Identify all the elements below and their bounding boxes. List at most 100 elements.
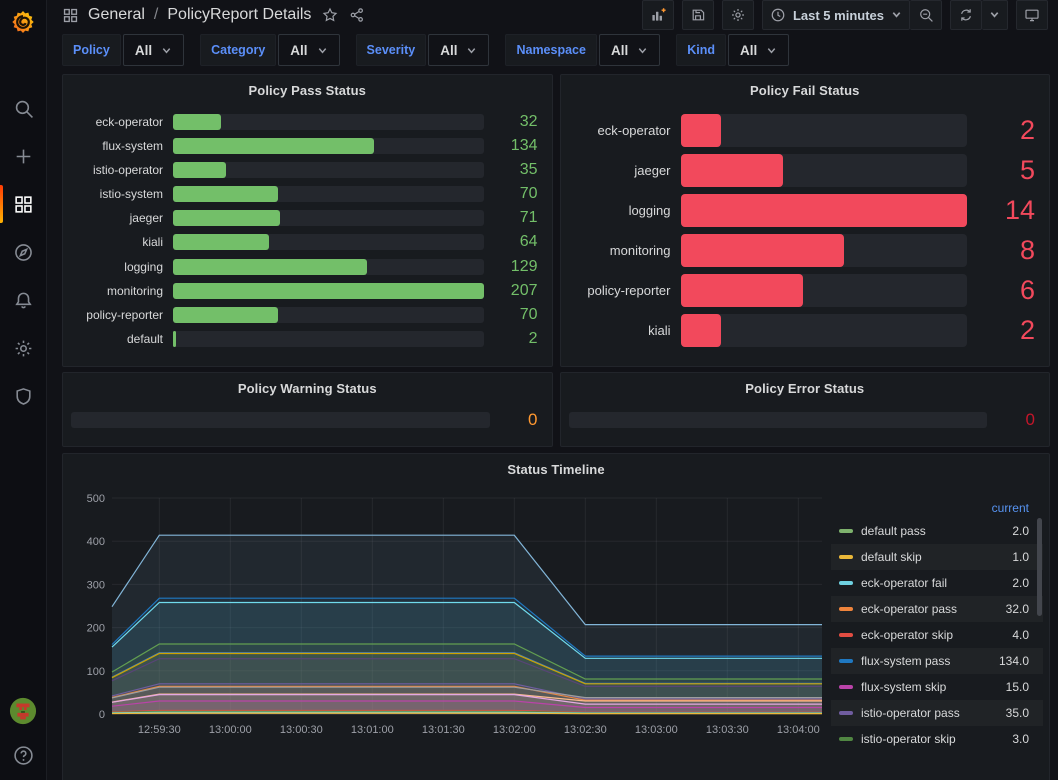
filter-label-kind: Kind	[676, 34, 726, 66]
filter-value-policy[interactable]: All	[123, 34, 184, 66]
legend-series-label[interactable]: istio-operator skip	[861, 732, 1004, 746]
chevron-down-icon	[317, 45, 328, 56]
bar-fill	[173, 210, 280, 226]
share-icon[interactable]	[349, 7, 365, 23]
dashboard-settings-button[interactable]	[722, 0, 754, 30]
panel-title[interactable]: Policy Warning Status	[63, 373, 552, 403]
filter-category: CategoryAll	[200, 34, 339, 66]
panel-policy-error-status: Policy Error Status 0	[560, 372, 1051, 447]
legend-scrollbar[interactable]	[1037, 518, 1042, 616]
sidebar-item-explore[interactable]	[0, 228, 46, 276]
breadcrumb-section[interactable]: General	[88, 6, 145, 24]
x-axis-tick: 13:02:00	[493, 724, 536, 736]
star-icon[interactable]	[322, 7, 338, 23]
legend-series-current: 134.0	[999, 654, 1029, 668]
sidebar-nav	[0, 84, 46, 420]
sidebar-item-dashboards[interactable]	[0, 180, 46, 228]
panel-title[interactable]: Status Timeline	[63, 454, 1049, 484]
legend-series-label[interactable]: flux-system pass	[861, 654, 991, 668]
panel-title[interactable]: Policy Pass Status	[63, 75, 552, 105]
filter-selected-value: All	[135, 43, 152, 58]
filter-selected-value: All	[740, 43, 757, 58]
legend-series-label[interactable]: flux-system skip	[861, 680, 998, 694]
legend-swatch[interactable]	[839, 711, 853, 715]
panel-title[interactable]: Policy Error Status	[561, 373, 1050, 403]
legend-swatch[interactable]	[839, 633, 853, 637]
save-icon	[690, 7, 706, 23]
bar-label: jaeger	[569, 163, 671, 178]
bar-track	[681, 274, 968, 307]
time-range-button[interactable]: Last 5 minutes	[762, 0, 910, 30]
timeline-plot[interactable]: 010020030040050012:59:3013:00:0013:00:30…	[69, 488, 831, 780]
zoom-out-button[interactable]	[910, 0, 942, 30]
dashboard-grid: Policy Pass Status eck-operator32flux-sy…	[47, 74, 1058, 780]
legend-swatch[interactable]	[839, 555, 853, 559]
bar-label: flux-system	[71, 139, 163, 153]
bar-fill	[173, 331, 176, 347]
filter-label-namespace: Namespace	[505, 34, 597, 66]
sidebar-item-server-admin[interactable]	[0, 372, 46, 420]
sidebar-bottom	[9, 697, 37, 780]
view-mode-button[interactable]	[1016, 0, 1048, 30]
bar-track	[173, 331, 484, 347]
filter-value-namespace[interactable]: All	[599, 34, 660, 66]
bar-gauge-warning: 0	[63, 403, 552, 442]
bar-label: policy-reporter	[569, 283, 671, 298]
bar-label: kiali	[71, 235, 163, 249]
legend-series-label[interactable]: istio-operator pass	[861, 706, 998, 720]
gauge-track	[71, 412, 490, 428]
panel-title[interactable]: Policy Fail Status	[561, 75, 1050, 105]
bar-row-kiali: kiali2	[569, 314, 1036, 347]
save-dashboard-button[interactable]	[682, 0, 714, 30]
sidebar-item-configuration[interactable]	[0, 324, 46, 372]
bell-icon	[13, 290, 34, 311]
sidebar-item-alerting[interactable]	[0, 276, 46, 324]
filter-value-kind[interactable]: All	[728, 34, 789, 66]
legend-swatch[interactable]	[839, 737, 853, 741]
filter-label-severity: Severity	[356, 34, 427, 66]
legend-swatch[interactable]	[839, 581, 853, 585]
panel-status-timeline: Status Timeline 010020030040050012:59:30…	[62, 453, 1050, 780]
legend-series-label[interactable]: eck-operator fail	[861, 576, 1004, 590]
bar-label: istio-operator	[71, 163, 163, 177]
bar-fill	[681, 274, 804, 307]
filter-value-category[interactable]: All	[278, 34, 339, 66]
legend-swatch[interactable]	[839, 529, 853, 533]
bar-row-jaeger: jaeger71	[71, 209, 538, 227]
bar-row-policy-reporter: policy-reporter6	[569, 274, 1036, 307]
x-axis-tick: 13:02:30	[564, 724, 607, 736]
bar-fill	[681, 314, 722, 347]
breadcrumb-page: PolicyReport Details	[167, 6, 311, 24]
refresh-interval-dropdown[interactable]	[982, 0, 1008, 30]
filter-value-severity[interactable]: All	[428, 34, 489, 66]
filter-namespace: NamespaceAll	[505, 34, 660, 66]
chevron-down-icon	[891, 8, 902, 23]
filter-severity: SeverityAll	[356, 34, 490, 66]
grafana-app: General / PolicyReport Details	[0, 0, 1058, 780]
series-line-default-skip	[112, 713, 822, 714]
legend-series-label[interactable]: default skip	[861, 550, 1004, 564]
bar-value: 129	[494, 258, 538, 276]
sidebar-item-create[interactable]	[0, 132, 46, 180]
bar-fill	[681, 114, 722, 147]
legend-series-label[interactable]: default pass	[861, 524, 1004, 538]
bar-row-logging: logging129	[71, 258, 538, 276]
bar-value: 35	[494, 161, 538, 179]
legend-row-default-skip: default skip1.0	[831, 544, 1043, 570]
legend-swatch[interactable]	[839, 685, 853, 689]
legend-swatch[interactable]	[839, 607, 853, 611]
legend-series-label[interactable]: eck-operator skip	[861, 628, 1004, 642]
profile-avatar[interactable]	[9, 697, 37, 725]
sidebar-item-search[interactable]	[0, 84, 46, 132]
bar-value: 14	[977, 195, 1035, 226]
add-panel-button[interactable]	[642, 0, 674, 30]
bar-fill	[173, 307, 278, 323]
grafana-logo-icon[interactable]	[8, 9, 38, 39]
legend-series-label[interactable]: eck-operator pass	[861, 602, 998, 616]
legend-swatch[interactable]	[839, 659, 853, 663]
bar-label: default	[71, 332, 163, 346]
help-icon[interactable]	[9, 745, 37, 766]
legend-series-current: 4.0	[1012, 628, 1029, 642]
refresh-button[interactable]	[950, 0, 982, 30]
legend-current-header[interactable]: current	[831, 498, 1043, 518]
